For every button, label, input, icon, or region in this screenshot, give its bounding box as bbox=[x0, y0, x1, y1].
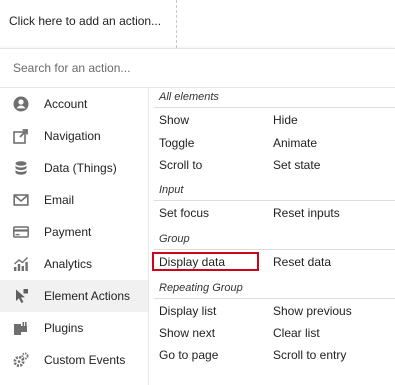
search-input[interactable] bbox=[13, 58, 373, 78]
action-animate[interactable]: Animate bbox=[273, 136, 317, 150]
email-icon bbox=[13, 192, 29, 208]
category-list: Account Navigation Data (Things) Email P… bbox=[0, 88, 149, 385]
navigation-icon bbox=[13, 128, 29, 144]
group-title-input: Input bbox=[159, 184, 184, 196]
action-picker-panel: Account Navigation Data (Things) Email P… bbox=[0, 48, 395, 385]
dashed-divider bbox=[176, 0, 177, 48]
account-icon bbox=[13, 96, 29, 112]
workflow-step-bar: Click here to add an action... bbox=[0, 0, 395, 48]
group-divider bbox=[154, 200, 395, 201]
group-title-all-elements: All elements bbox=[159, 91, 219, 103]
action-clear-list[interactable]: Clear list bbox=[273, 326, 320, 340]
category-custom-events[interactable]: Custom Events bbox=[0, 344, 148, 376]
category-data-things[interactable]: Data (Things) bbox=[0, 152, 148, 184]
action-set-state[interactable]: Set state bbox=[273, 158, 320, 172]
category-label: Element Actions bbox=[44, 289, 131, 303]
category-label: Account bbox=[44, 97, 88, 111]
category-element-actions[interactable]: Element Actions bbox=[0, 280, 148, 312]
search-bar bbox=[0, 49, 395, 88]
category-label: Email bbox=[44, 193, 75, 207]
action-toggle[interactable]: Toggle bbox=[159, 136, 194, 150]
category-account[interactable]: Account bbox=[0, 88, 148, 120]
category-analytics[interactable]: Analytics bbox=[0, 248, 148, 280]
category-navigation[interactable]: Navigation bbox=[0, 120, 148, 152]
category-email[interactable]: Email bbox=[0, 184, 148, 216]
action-list: All elements Show Hide Toggle Animate Sc… bbox=[149, 88, 395, 385]
action-show-next[interactable]: Show next bbox=[159, 326, 215, 340]
group-divider bbox=[154, 107, 395, 108]
action-set-focus[interactable]: Set focus bbox=[159, 206, 209, 220]
gears-icon bbox=[13, 352, 29, 368]
payment-icon bbox=[13, 224, 29, 240]
action-scroll-to-entry[interactable]: Scroll to entry bbox=[273, 348, 346, 362]
plugins-icon bbox=[13, 320, 29, 336]
action-reset-data[interactable]: Reset data bbox=[273, 255, 331, 269]
action-reset-inputs[interactable]: Reset inputs bbox=[273, 206, 340, 220]
action-show-previous[interactable]: Show previous bbox=[273, 304, 352, 318]
action-display-list[interactable]: Display list bbox=[159, 304, 216, 318]
category-label: Navigation bbox=[44, 129, 101, 143]
category-plugins[interactable]: Plugins bbox=[0, 312, 148, 344]
action-go-to-page[interactable]: Go to page bbox=[159, 348, 218, 362]
group-title-group: Group bbox=[159, 233, 190, 245]
action-scroll-to[interactable]: Scroll to bbox=[159, 158, 202, 172]
group-divider bbox=[154, 249, 395, 250]
category-label: Plugins bbox=[44, 321, 84, 335]
database-icon bbox=[13, 160, 29, 176]
cursor-icon bbox=[13, 288, 29, 304]
analytics-icon bbox=[13, 256, 29, 272]
action-show[interactable]: Show bbox=[159, 113, 189, 127]
action-hide[interactable]: Hide bbox=[273, 113, 298, 127]
category-label: Custom Events bbox=[44, 353, 126, 367]
group-divider bbox=[154, 298, 395, 299]
category-label: Data (Things) bbox=[44, 161, 117, 175]
category-label: Payment bbox=[44, 225, 92, 239]
group-title-repeating-group: Repeating Group bbox=[159, 282, 243, 294]
category-label: Analytics bbox=[44, 257, 93, 271]
add-action-button[interactable]: Click here to add an action... bbox=[9, 14, 161, 28]
highlight-box bbox=[152, 252, 259, 271]
category-payment[interactable]: Payment bbox=[0, 216, 148, 248]
